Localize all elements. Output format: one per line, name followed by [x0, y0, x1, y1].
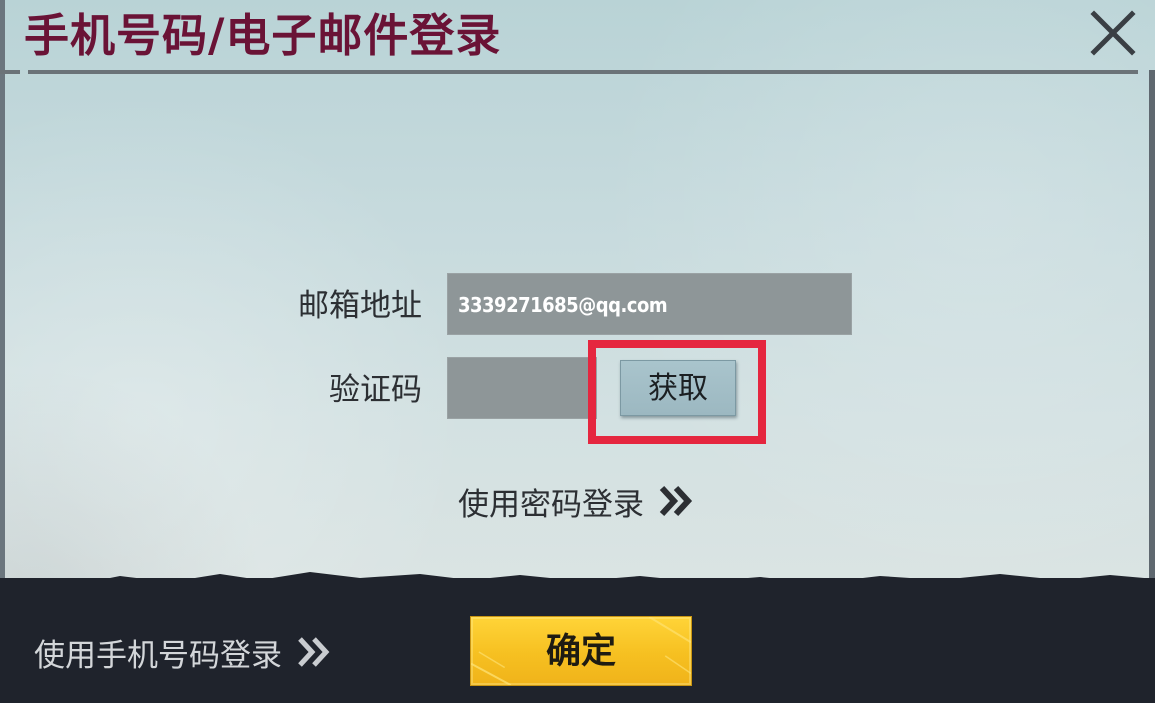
login-dialog: 手机号码/电子邮件登录 邮箱地址 3339271685@qq.com 验证码 获… — [0, 0, 1155, 703]
dialog-header: 手机号码/电子邮件登录 — [0, 0, 1155, 78]
close-icon — [1090, 10, 1136, 56]
dialog-right-border — [1149, 70, 1155, 590]
phone-login-link[interactable]: 使用手机号码登录 — [34, 629, 334, 675]
verification-code-label: 验证码 — [329, 372, 422, 408]
dialog-title: 手机号码/电子邮件登录 — [24, 9, 502, 62]
verification-code-field[interactable] — [447, 357, 597, 419]
close-button[interactable] — [1086, 6, 1140, 60]
password-login-link[interactable]: 使用密码登录 — [458, 478, 696, 524]
phone-login-label: 使用手机号码登录 — [34, 637, 282, 674]
double-chevron-right-icon — [659, 485, 693, 517]
confirm-label: 确定 — [545, 632, 616, 672]
email-label: 邮箱地址 — [298, 288, 422, 324]
dialog-left-border — [0, 0, 5, 590]
get-code-button[interactable]: 获取 — [620, 360, 736, 416]
header-divider-left — [0, 70, 20, 74]
password-login-label: 使用密码登录 — [458, 486, 644, 523]
header-divider — [28, 70, 1138, 74]
confirm-button[interactable]: 确定 — [470, 616, 692, 686]
double-chevron-right-icon — [298, 637, 330, 667]
email-field[interactable]: 3339271685@qq.com — [447, 273, 852, 335]
